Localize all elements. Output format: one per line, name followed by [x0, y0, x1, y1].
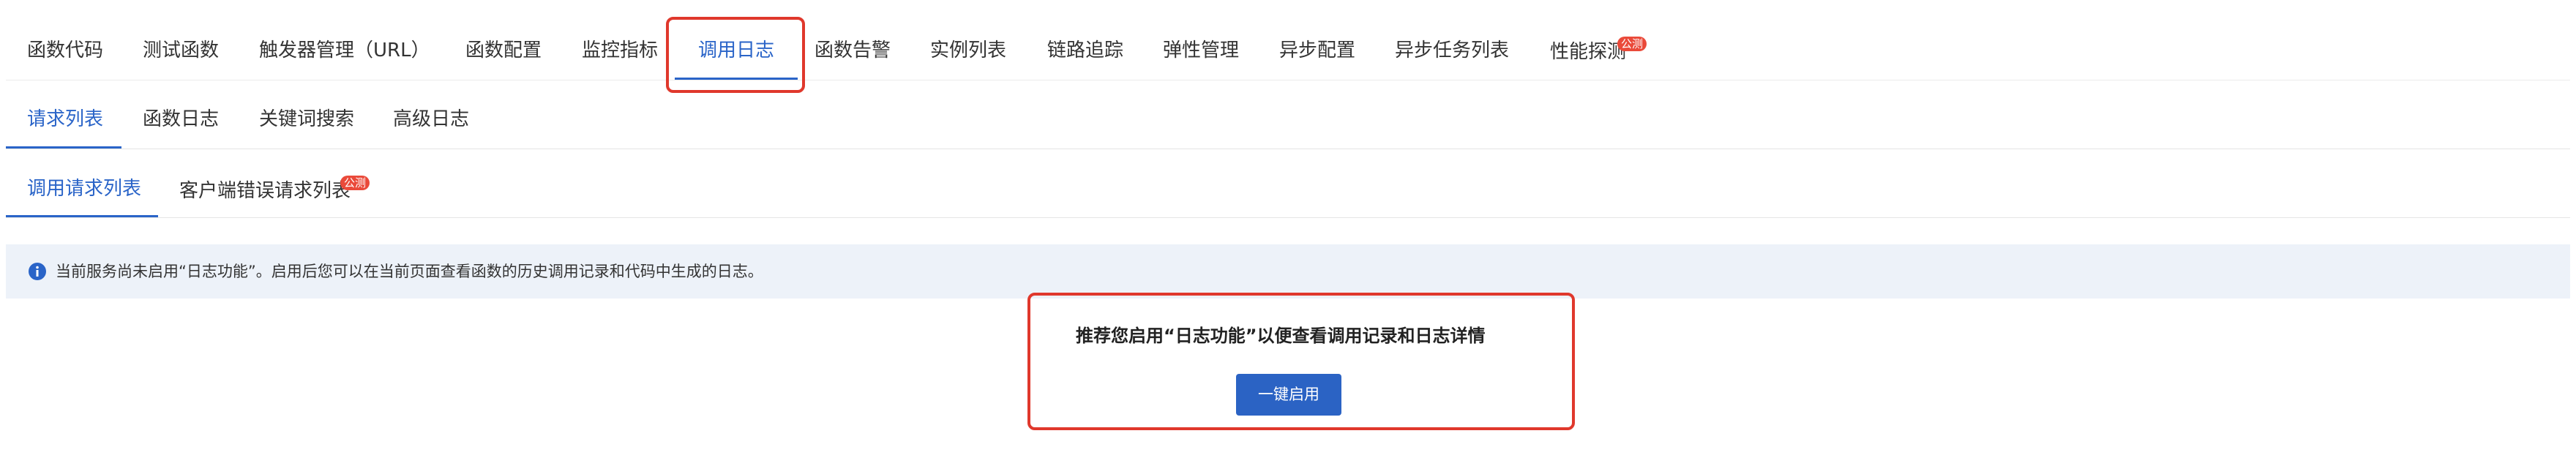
subtab-request-list[interactable]: 请求列表: [27, 110, 103, 129]
beta-badge: 公测: [340, 176, 370, 190]
info-icon: [28, 262, 47, 281]
subtab-client-error-request-list[interactable]: 客户端错误请求列表: [179, 181, 351, 200]
tab-elastic-management[interactable]: 弹性管理: [1163, 41, 1239, 60]
tab-performance-probe[interactable]: 性能探测: [1550, 42, 1626, 61]
beta-badge: 公测: [1617, 37, 1647, 51]
highlight-box-invocation-logs-tab: [666, 17, 805, 93]
tab-trigger-management[interactable]: 触发器管理（URL）: [259, 41, 430, 60]
notice-text: 当前服务尚未启用“日志功能”。启用后您可以在当前页面查看函数的历史调用记录和代码…: [56, 263, 763, 280]
tab-monitoring-metrics[interactable]: 监控指标: [582, 41, 658, 60]
subtab-advanced-logs[interactable]: 高级日志: [393, 110, 469, 129]
subtab-keyword-search[interactable]: 关键词搜索: [259, 110, 354, 129]
tab-async-task-list[interactable]: 异步任务列表: [1395, 41, 1509, 60]
tertiary-tab-bar-divider: [6, 217, 2570, 218]
highlight-box-enable-logging: [1027, 293, 1575, 430]
tab-tracing[interactable]: 链路追踪: [1047, 41, 1123, 60]
tab-function-config[interactable]: 函数配置: [465, 41, 542, 60]
tab-instance-list[interactable]: 实例列表: [930, 41, 1006, 60]
subtab-function-logs[interactable]: 函数日志: [143, 110, 219, 129]
tab-function-code[interactable]: 函数代码: [27, 41, 103, 60]
subtab-invocation-request-list[interactable]: 调用请求列表: [27, 179, 141, 198]
tab-test-function[interactable]: 测试函数: [143, 41, 219, 60]
tab-function-alerts[interactable]: 函数告警: [815, 41, 891, 60]
tab-async-config[interactable]: 异步配置: [1279, 41, 1355, 60]
notice-bar: 当前服务尚未启用“日志功能”。启用后您可以在当前页面查看函数的历史调用记录和代码…: [6, 244, 2570, 299]
